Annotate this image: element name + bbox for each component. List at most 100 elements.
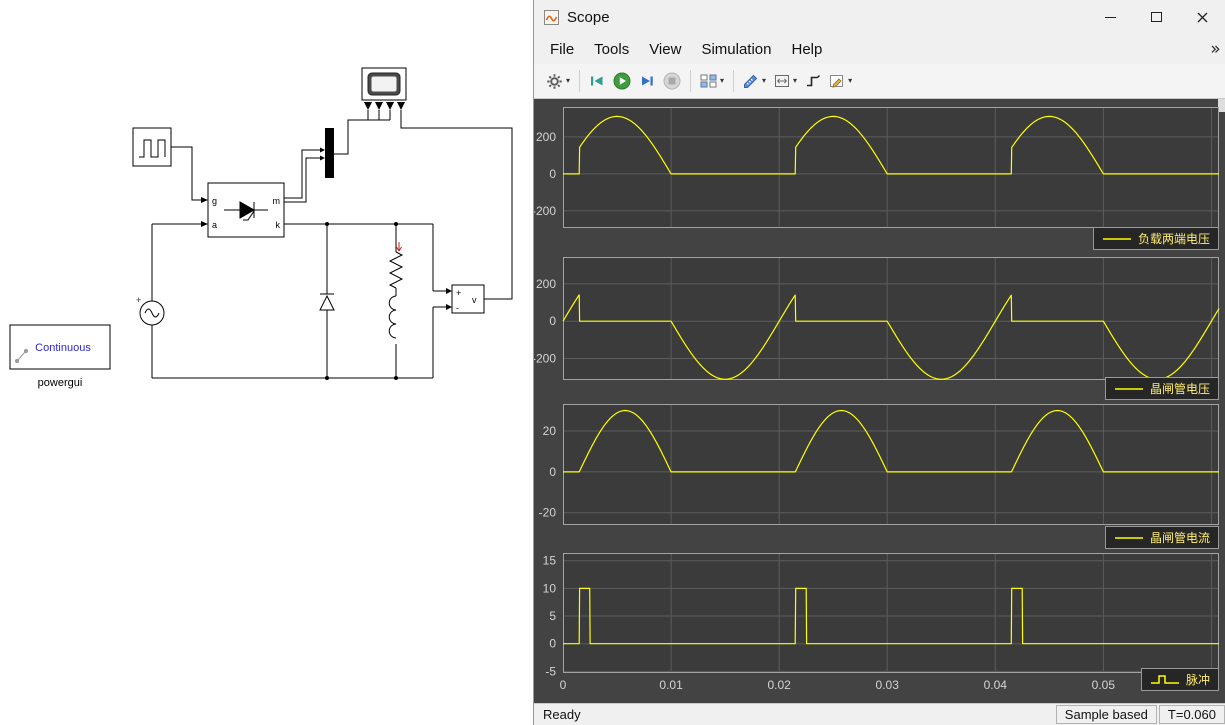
- toolbar: ▾ ▾ ▾ ▾ ▾: [534, 64, 1225, 99]
- scope-axes-load_voltage: -200 0 200: [534, 107, 1220, 228]
- x-tick-label: 0.03: [876, 678, 900, 692]
- y-tick-label: 0: [549, 314, 556, 328]
- mux-block[interactable]: [325, 128, 334, 178]
- plot-region: -200 0 200 负载两端电压 -200 0 200 晶闸管电压 -20 0 20 晶闸管电流 -5…: [534, 99, 1225, 703]
- stop-icon: [663, 72, 681, 90]
- span-button[interactable]: ▾: [770, 70, 801, 92]
- legend-thyristor_voltage[interactable]: 晶闸管电压: [1104, 377, 1219, 400]
- voltage-measurement-block[interactable]: + - v: [451, 284, 485, 314]
- step-back-button[interactable]: [585, 70, 609, 92]
- chevron-down-icon: ▾: [566, 76, 571, 85]
- legend-text: 晶闸管电压: [1149, 382, 1210, 396]
- y-tick-label: 10: [543, 581, 557, 595]
- annotations-button[interactable]: ▾: [825, 70, 856, 92]
- legend-gate_pulse[interactable]: 脉冲: [1140, 668, 1219, 691]
- diode-block[interactable]: [319, 293, 335, 311]
- pencil-icon: [830, 75, 844, 88]
- status-bar: Ready Sample based T=0.060: [534, 703, 1225, 725]
- x-tick-label: 0: [560, 678, 567, 692]
- legend-thyristor_current[interactable]: 晶闸管电流: [1104, 526, 1219, 549]
- y-tick-label: -5: [545, 664, 556, 678]
- scope-screen-inner: [371, 76, 397, 92]
- current-direction-icon: [396, 242, 402, 252]
- chevron-down-icon: ▾: [793, 76, 798, 85]
- minimize-button[interactable]: [1087, 0, 1133, 34]
- x-tick-label: 0.02: [767, 678, 791, 692]
- port-label-k: k: [276, 220, 281, 230]
- source-polarity-label: +: [136, 295, 141, 305]
- legend-load_voltage[interactable]: 负载两端电压: [1092, 227, 1219, 250]
- step-forward-icon: [642, 76, 653, 86]
- settings-button[interactable]: ▾: [542, 70, 574, 93]
- run-button[interactable]: [609, 69, 635, 93]
- menu-help[interactable]: Help: [782, 41, 833, 58]
- maximize-icon: [1150, 12, 1162, 22]
- y-tick-label: 200: [536, 277, 556, 291]
- y-tick-label: -200: [534, 204, 556, 218]
- menu-bar: File Tools View Simulation Help: [534, 34, 1225, 64]
- status-sample-mode: Sample based: [1055, 705, 1157, 724]
- status-ready: Ready: [543, 707, 581, 722]
- vm-v-label: v: [472, 295, 477, 305]
- menu-simulation[interactable]: Simulation: [691, 41, 781, 58]
- title-bar: Scope: [534, 0, 1225, 34]
- powergui-block[interactable]: Continuous: [9, 324, 111, 370]
- scope-app-icon: [544, 9, 559, 25]
- scope-block[interactable]: [361, 67, 407, 101]
- vm-minus-label: -: [456, 303, 459, 313]
- measurements-button[interactable]: ▾: [739, 70, 770, 92]
- legend-text: 负载两端电压: [1137, 232, 1210, 246]
- trigger-icon: [807, 75, 821, 87]
- desktop: g m a k + + - v Continuous powergui Scop…: [0, 0, 1225, 725]
- status-cells: Sample based T=0.060: [1055, 704, 1225, 725]
- scope-window: Scope FileToolsViewSimulationHelp ▾: [533, 0, 1225, 725]
- window-title: Scope: [567, 8, 610, 26]
- menu-file[interactable]: File: [540, 41, 584, 58]
- thyristor-block[interactable]: g m a k: [207, 182, 285, 238]
- status-sim-time: T=0.060: [1158, 705, 1225, 724]
- inductor-icon: [388, 295, 397, 339]
- y-tick-label: 200: [536, 130, 556, 144]
- y-tick-label: 0: [549, 637, 556, 651]
- menu-overflow-icon[interactable]: [1210, 44, 1225, 55]
- maximize-button[interactable]: [1133, 0, 1179, 34]
- vm-plus-label: +: [456, 288, 461, 298]
- model-diagram: g m a k + + - v Continuous powergui: [9, 67, 513, 389]
- window-controls: [1087, 0, 1225, 34]
- powergui-label: powergui: [38, 377, 83, 389]
- ac-source-block[interactable]: +: [136, 295, 165, 326]
- span-icon: [775, 75, 790, 87]
- x-tick-label: 0.04: [984, 678, 1008, 692]
- legend-text: 晶闸管电流: [1149, 531, 1210, 545]
- scope-axes-thyristor_current: -20 0 20: [539, 404, 1220, 525]
- trigger-button[interactable]: [801, 70, 825, 92]
- scope-axes-gate_pulse: -5 0 5 10 15 0 0.01 0.02 0.03 0.04 0.05: [543, 553, 1220, 692]
- close-button[interactable]: [1179, 0, 1225, 34]
- gear-icon: [547, 73, 562, 89]
- y-tick-label: 0: [549, 465, 556, 479]
- minimize-icon: [1104, 16, 1116, 18]
- y-tick-label: 15: [543, 554, 557, 568]
- y-tick-label: 0: [549, 167, 556, 181]
- pulse-generator-block[interactable]: [132, 127, 172, 167]
- stop-button[interactable]: [659, 69, 685, 93]
- x-tick-label: 0.05: [1092, 678, 1116, 692]
- chevron-down-icon: ▾: [848, 76, 853, 85]
- menu-view[interactable]: View: [639, 41, 691, 58]
- resistor-icon: [388, 251, 404, 289]
- port-label-m: m: [273, 196, 281, 206]
- y-tick-label: -200: [534, 352, 556, 366]
- rlc-load-block[interactable]: [388, 242, 404, 339]
- close-icon: [1197, 12, 1207, 22]
- toolbar-separator: [733, 70, 735, 92]
- step-back-icon: [591, 76, 603, 86]
- port-label-g: g: [212, 196, 217, 206]
- legend-line-sample: [1114, 388, 1143, 390]
- menu-tools[interactable]: Tools: [584, 41, 639, 58]
- chevron-down-icon: ▾: [762, 76, 767, 85]
- step-forward-button[interactable]: [635, 70, 659, 92]
- legend-line-sample: [1150, 675, 1179, 684]
- legend-line-sample: [1102, 238, 1131, 240]
- y-tick-label: -20: [539, 506, 557, 520]
- layout-button[interactable]: ▾: [696, 70, 728, 92]
